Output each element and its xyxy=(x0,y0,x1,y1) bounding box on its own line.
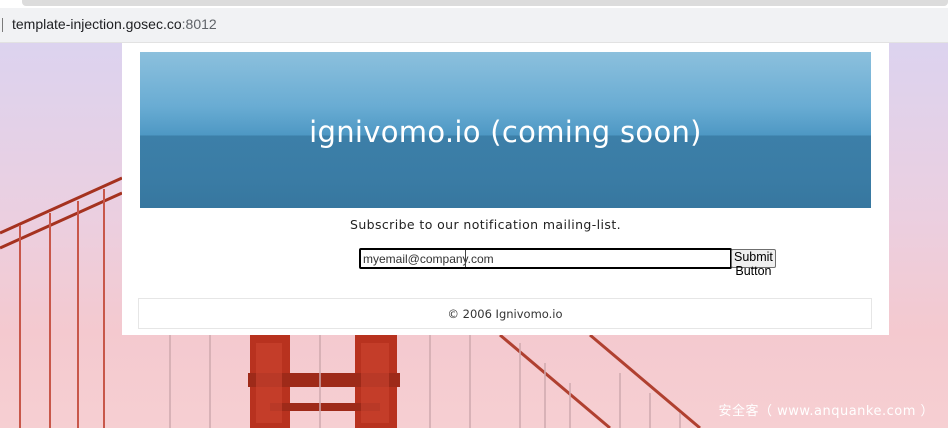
email-input[interactable] xyxy=(359,248,732,269)
mouse-text-cursor xyxy=(465,250,466,267)
subscribe-text: Subscribe to our notification mailing-li… xyxy=(350,217,622,232)
url-host: template-injection.gosec.co xyxy=(12,16,182,32)
url-text[interactable]: template-injection.gosec.co:8012 xyxy=(12,16,217,32)
header-banner: ignivomo.io (coming soon) xyxy=(140,52,871,208)
footer: © 2006 Ignivomo.io xyxy=(138,298,872,329)
banner-title: ignivomo.io (coming soon) xyxy=(309,115,702,149)
tab-strip xyxy=(22,0,948,6)
submit-button[interactable]: Submit Button xyxy=(731,249,776,278)
browser-top-strip xyxy=(0,0,948,8)
address-bar[interactable]: template-injection.gosec.co:8012 xyxy=(0,8,948,43)
footer-text: © 2006 Ignivomo.io xyxy=(447,306,563,321)
text-caret xyxy=(2,18,3,32)
content-card: ignivomo.io (coming soon) Subscribe to o… xyxy=(122,43,889,335)
watermark: 安全客（ www.anquanke.com ） xyxy=(718,404,934,419)
url-port: :8012 xyxy=(181,16,217,32)
